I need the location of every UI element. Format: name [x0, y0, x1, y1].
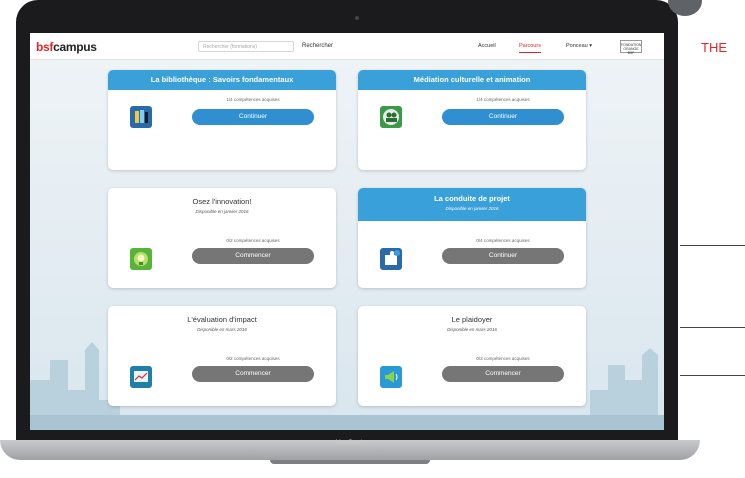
availability-date: Disponible en janvier 2016 — [445, 206, 499, 211]
divider-line — [680, 245, 745, 246]
nav-accueil[interactable]: Accueil — [478, 43, 496, 49]
competence-count: 0/2 compétences acquises — [226, 238, 280, 243]
course-title: Médiation culturelle et animation — [358, 70, 586, 90]
camera-icon — [355, 16, 359, 20]
partner-logo: FONDATION ORANGE BSF — [620, 40, 642, 55]
course-title: La conduite de projet Disponible en janv… — [358, 188, 586, 221]
course-title: Osez l'innovation! Disponible en janvier… — [108, 188, 336, 214]
start-button[interactable]: Commencer — [192, 366, 314, 382]
nav-parcours[interactable]: Parcours — [519, 43, 542, 53]
megaphone-icon — [380, 366, 402, 388]
competence-count: 0/4 compétences acquises — [476, 238, 530, 243]
course-title: L'évaluation d'impact Disponible en mars… — [108, 306, 336, 332]
app-screen: bsfcampus Rechercher (formations) Recher… — [30, 33, 664, 430]
book-icon — [130, 106, 152, 128]
competence-count: 1/4 compétences acquises — [226, 97, 280, 102]
bulb-icon — [130, 248, 152, 270]
start-button[interactable]: Commencer — [442, 366, 564, 382]
group-icon — [380, 106, 402, 128]
partner-logo-line: BSF — [627, 51, 635, 55]
divider-line — [680, 375, 745, 376]
course-card[interactable]: Médiation culturelle et animation 1/4 co… — [358, 70, 586, 170]
nav-user-menu[interactable]: Ponceau ▾ — [566, 43, 592, 49]
logo-prefix: bsf — [36, 40, 54, 54]
course-grid-area: La bibliothèque : Savoirs fondamentaux 1… — [30, 60, 664, 430]
chart-icon — [130, 366, 152, 388]
competence-count: 1/4 compétences acquises — [476, 97, 530, 102]
continue-button[interactable]: Continuer — [442, 248, 564, 264]
competence-count: 0/3 compétences acquises — [476, 356, 530, 361]
laptop-notch — [270, 460, 430, 464]
side-heading: THE — [701, 40, 727, 55]
course-title: La bibliothèque : Savoirs fondamentaux — [108, 70, 336, 90]
course-title-text: L'évaluation d'impact — [187, 315, 257, 324]
competence-count: 0/2 compétences acquises — [226, 356, 280, 361]
course-title-text: Osez l'innovation! — [192, 197, 252, 206]
logo-suffix: campus — [53, 40, 97, 54]
availability-date: Disponible en janvier 2016 — [195, 209, 249, 214]
course-title-text: La conduite de projet — [434, 194, 510, 203]
course-card[interactable]: Le plaidoyer Disponible en mars 2016 0/3… — [358, 306, 586, 406]
course-card[interactable]: La conduite de projet Disponible en janv… — [358, 188, 586, 288]
course-card[interactable]: L'évaluation d'impact Disponible en mars… — [108, 306, 336, 406]
course-title-text: Le plaidoyer — [451, 315, 493, 324]
availability-date: Disponible en mars 2016 — [197, 327, 247, 332]
laptop-mockup: bsfcampus Rechercher (formations) Recher… — [0, 0, 700, 470]
continue-button[interactable]: Continuer — [192, 109, 314, 125]
search-input[interactable]: Rechercher (formations) — [198, 41, 294, 52]
search-button[interactable]: Rechercher — [302, 43, 333, 49]
availability-date: Disponible en mars 2016 — [447, 327, 497, 332]
top-bar: bsfcampus Rechercher (formations) Recher… — [30, 33, 664, 60]
course-title: Le plaidoyer Disponible en mars 2016 — [358, 306, 586, 332]
divider-line — [680, 327, 745, 328]
bsfcampus-logo[interactable]: bsfcampus — [36, 40, 97, 54]
device-label: MacBook — [335, 440, 365, 446]
puzzle-icon — [380, 248, 402, 270]
course-card[interactable]: La bibliothèque : Savoirs fondamentaux 1… — [108, 70, 336, 170]
start-button[interactable]: Commencer — [192, 248, 314, 264]
course-card[interactable]: Osez l'innovation! Disponible en janvier… — [108, 188, 336, 288]
continue-button[interactable]: Continuer — [442, 109, 564, 125]
